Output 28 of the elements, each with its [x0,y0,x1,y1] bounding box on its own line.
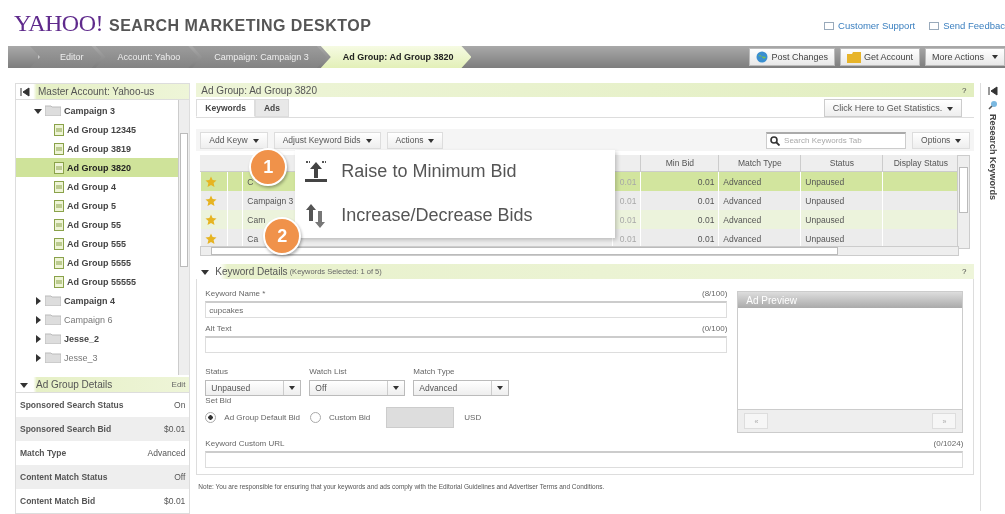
property-label: Sponsored Search Status [20,400,124,410]
property-value: Off [174,472,186,482]
yahoo-logo: YAHOO! [14,9,103,37]
property-value: $0.01 [164,496,186,506]
character-count: (0/100) [702,324,728,333]
currency-label: USD [464,413,482,422]
property-label: Content Match Status [20,472,108,482]
character-count: (0/1024) [933,439,964,448]
property-value: $0.01 [164,424,186,434]
property-label: Content Match Bid [20,496,96,506]
field-label: Match Type [413,367,456,376]
property-label: Sponsored Search Bid [20,424,112,434]
field-label: Alt Text [205,324,232,333]
field-label: Status [205,367,230,376]
product-title: SEARCH MARKETING DESKTOP [109,16,372,35]
property-label: Match Type [20,448,67,458]
panel-title: Ad Group: Ad Group 3820 [201,84,317,96]
field-label: Keyword Name * [205,289,266,298]
field-label: Set Bid [205,396,233,405]
field-label: Keyword Custom URL [205,439,285,448]
panel-title: Ad Preview [738,292,963,308]
panel-title: Master Account: Yahoo-us [38,86,155,97]
section-title: Keyword Details [215,266,288,277]
property-value: Advanced [147,448,186,458]
character-count: (8/100) [702,289,728,298]
panel-title: Ad Group Details [36,379,113,390]
field-label: Watch List [309,367,348,376]
property-value: On [174,400,186,410]
